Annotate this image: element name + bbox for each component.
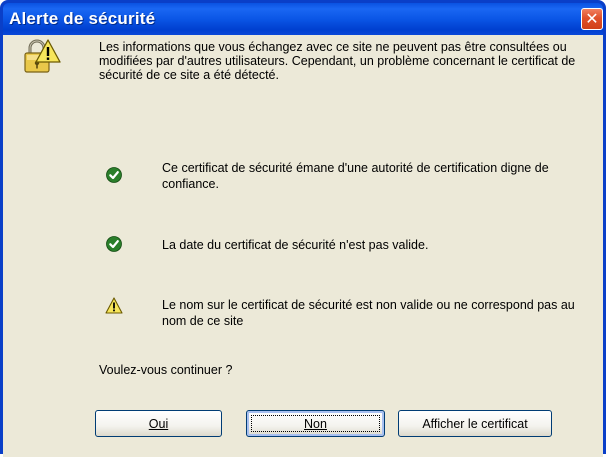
check-icon — [106, 167, 122, 183]
check-icon — [106, 236, 122, 252]
warning-icon — [105, 297, 123, 314]
intro-message: Les informations que vous échangez avec … — [99, 40, 576, 82]
padlock-warning-icon — [24, 39, 61, 73]
continue-question: Voulez-vous continuer ? — [99, 363, 233, 377]
check-text-trusted-authority: Ce certificat de sécurité émane d'une au… — [162, 161, 549, 191]
check-text-date: La date du certificat de sécurité n'est … — [162, 238, 429, 252]
no-button[interactable]: Non — [246, 410, 385, 437]
view-certificate-button[interactable]: Afficher le certificat — [398, 410, 552, 437]
title-bar[interactable]: Alerte de sécurité ✕ — [3, 3, 603, 35]
yes-button-label: Oui — [148, 416, 169, 431]
warning-text-name-mismatch: Le nom sur le certificat de sécurité est… — [162, 298, 575, 328]
yes-button[interactable]: Oui — [95, 410, 222, 437]
close-button[interactable]: ✕ — [581, 8, 603, 30]
focus-ring — [251, 415, 380, 432]
view-certificate-button-label: Afficher le certificat — [422, 416, 528, 431]
window-title: Alerte de sécurité — [9, 9, 156, 28]
close-icon: ✕ — [585, 11, 599, 28]
